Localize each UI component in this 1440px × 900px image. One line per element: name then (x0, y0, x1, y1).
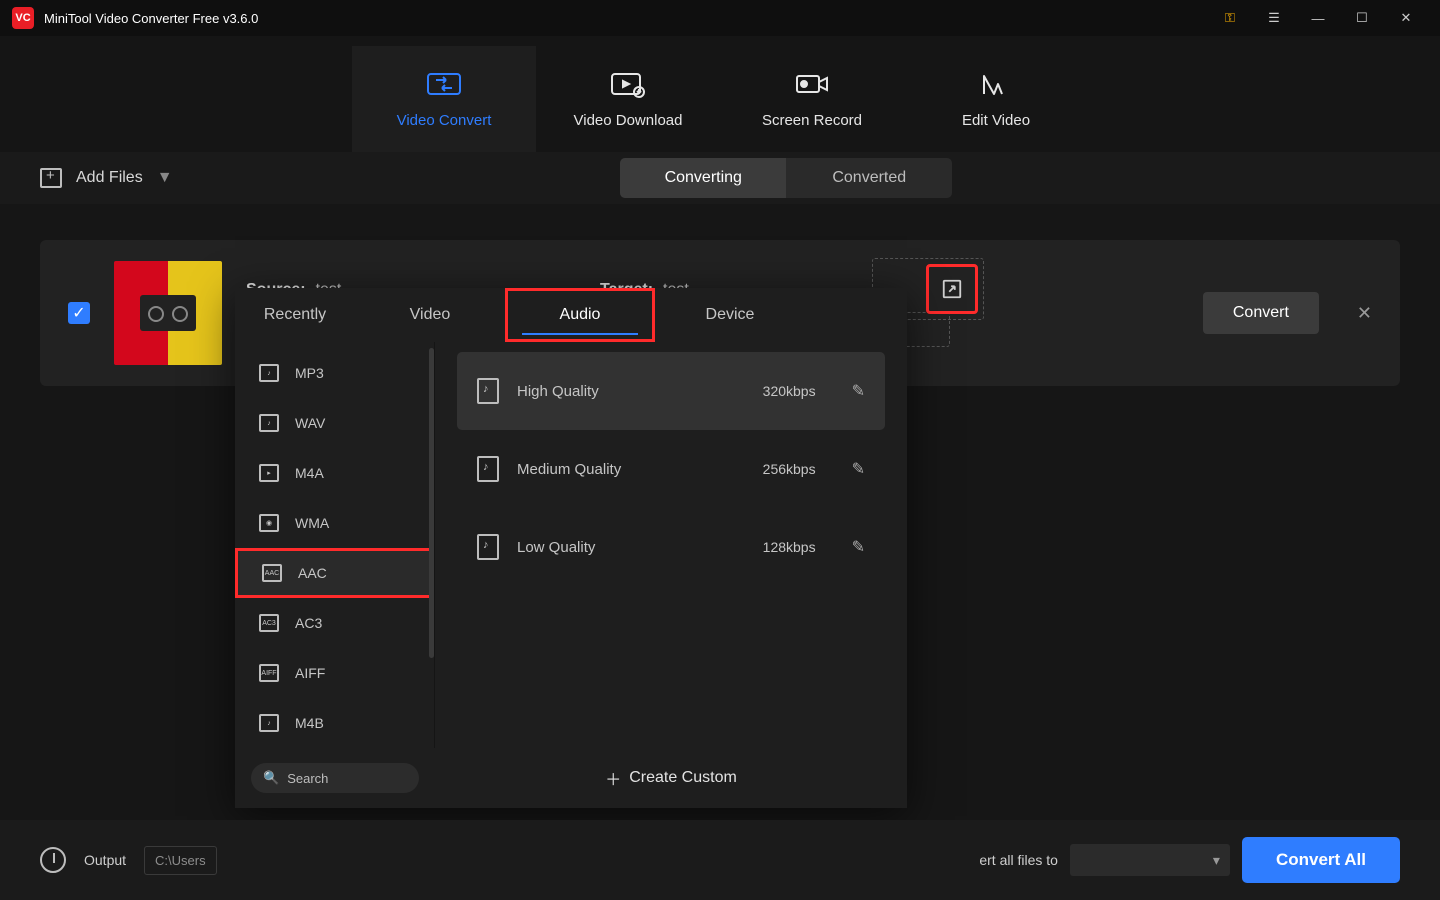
popup-footer: 🔍 Search ＋ Create Custom (235, 748, 907, 808)
add-files-button[interactable]: Add Files ▼ (40, 168, 173, 188)
download-icon (610, 70, 646, 98)
format-ac3[interactable]: AC3AC3 (235, 598, 434, 648)
close-button[interactable]: ✕ (1384, 0, 1428, 36)
quality-high[interactable]: High Quality 320kbps ✎ (457, 352, 885, 430)
search-placeholder: Search (287, 771, 328, 786)
record-icon (794, 70, 830, 98)
app-title: MiniTool Video Converter Free v3.6.0 (44, 11, 258, 26)
file-icon: ◉ (259, 514, 279, 532)
edit-icon (978, 70, 1014, 98)
format-m4a[interactable]: ▸M4A (235, 448, 434, 498)
chevron-down-icon: ▾ (1213, 852, 1220, 869)
titlebar: VC MiniTool Video Converter Free v3.6.0 … (0, 0, 1440, 36)
popup-tabs: Recently Video Audio Device (235, 288, 907, 342)
sub-bar: Add Files ▼ Converting Converted (0, 152, 1440, 204)
content-area: ✓ Source:test ▦OGG ◔00:01:16 Target:test… (0, 204, 1440, 820)
key-icon[interactable]: ⚿ (1208, 0, 1252, 36)
format-aac[interactable]: AACAAC (235, 548, 434, 598)
quality-medium[interactable]: Medium Quality 256kbps ✎ (457, 430, 885, 508)
file-icon: ♪ (259, 414, 279, 432)
add-files-label: Add Files (76, 169, 143, 187)
mode-label: Video Download (574, 112, 683, 129)
minimize-button[interactable]: — (1296, 0, 1340, 36)
format-wav[interactable]: ♪WAV (235, 398, 434, 448)
remove-file-icon[interactable]: ✕ (1357, 303, 1372, 324)
mode-bar: Video Convert Video Download Screen Reco… (0, 36, 1440, 152)
format-m4b[interactable]: ♪M4B (235, 698, 434, 748)
file-icon: ♪ (259, 364, 279, 382)
audio-file-icon (477, 534, 499, 560)
format-search-input[interactable]: 🔍 Search (251, 763, 419, 793)
tab-device[interactable]: Device (655, 288, 805, 342)
edit-preset-icon[interactable]: ✎ (852, 537, 865, 557)
quality-list: High Quality 320kbps ✎ Medium Quality 25… (435, 342, 907, 748)
settings-expand-icon (941, 278, 963, 300)
file-checkbox[interactable]: ✓ (68, 302, 90, 324)
tab-converted[interactable]: Converted (786, 158, 952, 198)
mode-video-convert[interactable]: Video Convert (352, 46, 536, 152)
mode-edit-video[interactable]: Edit Video (904, 46, 1088, 152)
mode-screen-record[interactable]: Screen Record (720, 46, 904, 152)
file-icon: ▸ (259, 464, 279, 482)
maximize-button[interactable]: ☐ (1340, 0, 1384, 36)
create-custom-button[interactable]: ＋ Create Custom (435, 766, 907, 790)
audio-file-icon (477, 456, 499, 482)
file-icon: ♪ (259, 714, 279, 732)
add-folder-icon (40, 168, 62, 188)
tab-recently[interactable]: Recently (235, 288, 355, 342)
mode-label: Screen Record (762, 112, 862, 129)
file-icon: AIFF (259, 664, 279, 682)
tab-audio-label: Audio (560, 306, 601, 324)
format-mp3[interactable]: ♪MP3 (235, 348, 434, 398)
format-aiff[interactable]: AIFFAIFF (235, 648, 434, 698)
convert-all-button[interactable]: Convert All (1242, 837, 1400, 883)
target-settings-button[interactable] (926, 264, 978, 314)
edit-preset-icon[interactable]: ✎ (852, 381, 865, 401)
file-icon: AAC (262, 564, 282, 582)
tab-audio[interactable]: Audio (505, 288, 655, 342)
file-icon: AC3 (259, 614, 279, 632)
footer-bar: Output C:\Users ert all files to ▾ Conve… (0, 820, 1440, 900)
hamburger-icon[interactable]: ☰ (1252, 0, 1296, 36)
tab-converting[interactable]: Converting (620, 158, 786, 198)
mode-label: Video Convert (397, 112, 492, 129)
plus-icon: ＋ (605, 766, 621, 790)
file-thumbnail (114, 261, 222, 365)
format-wma[interactable]: ◉WMA (235, 498, 434, 548)
edit-preset-icon[interactable]: ✎ (852, 459, 865, 479)
output-path[interactable]: C:\Users (144, 846, 217, 875)
mode-label: Edit Video (962, 112, 1030, 129)
tab-video[interactable]: Video (355, 288, 505, 342)
all-files-format-select[interactable]: ▾ (1070, 844, 1230, 876)
status-segment: Converting Converted (620, 158, 952, 198)
convert-button[interactable]: Convert (1203, 292, 1319, 334)
mode-video-download[interactable]: Video Download (536, 46, 720, 152)
output-label: Output (84, 852, 126, 868)
convert-icon (426, 70, 462, 98)
quality-low[interactable]: Low Quality 128kbps ✎ (457, 508, 885, 586)
app-logo-icon: VC (12, 7, 34, 29)
audio-file-icon (477, 378, 499, 404)
search-icon: 🔍 (263, 770, 279, 786)
all-files-to-label: ert all files to (979, 852, 1058, 868)
schedule-icon[interactable] (40, 847, 66, 873)
chevron-down-icon[interactable]: ▼ (157, 169, 173, 187)
format-list[interactable]: ♪MP3 ♪WAV ▸M4A ◉WMA AACAAC AC3AC3 AIFFAI… (235, 342, 435, 748)
format-popup: Recently Video Audio Device ♪MP3 ♪WAV ▸M… (235, 288, 907, 808)
